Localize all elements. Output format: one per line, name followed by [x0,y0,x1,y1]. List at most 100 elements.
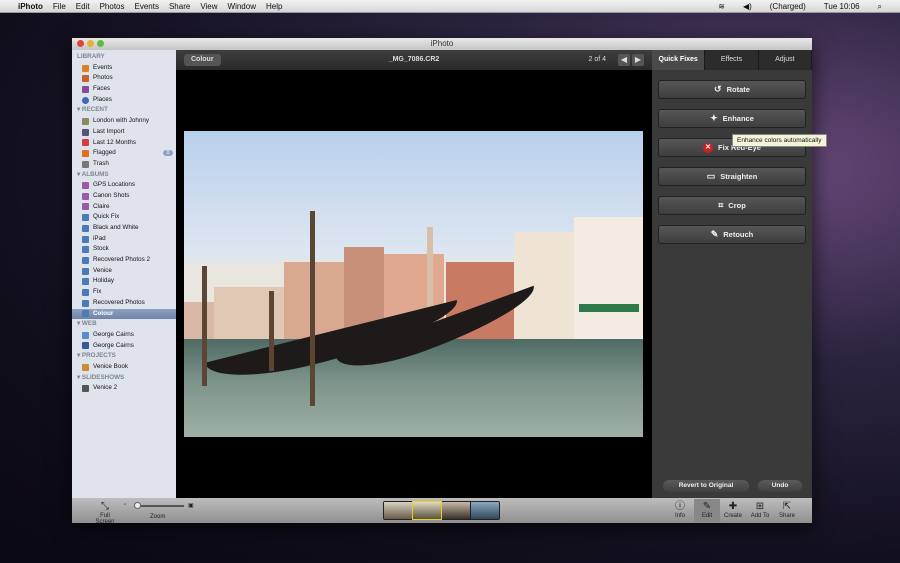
sidebar-item-venice-2[interactable]: Venice 2 [72,383,176,394]
rotate-button[interactable]: ↺Rotate [658,80,806,99]
label: Recovered Photos 2 [93,255,150,266]
battery-status[interactable]: (Charged) [770,2,806,11]
edit-button[interactable]: ✎Edit [694,499,720,522]
label: Flagged [93,148,116,159]
sidebar-item-album[interactable]: Holiday [72,276,176,287]
tab-quick-fixes[interactable]: Quick Fixes [652,50,705,70]
thumbnail-selected[interactable] [413,502,441,519]
sidebar-item-album[interactable]: Claire [72,202,176,213]
enhance-wand-icon: ✦ [710,113,718,124]
thumbnail[interactable] [471,502,499,519]
sidebar-item-venice-book[interactable]: Venice Book [72,362,176,373]
label: ALBUMS [82,171,109,178]
sidebar-item-faces[interactable]: Faces [72,84,176,95]
retouch-button[interactable]: ✎Retouch [658,225,806,244]
label: Create [724,513,742,519]
create-icon: ✚ [720,500,746,513]
menu-file[interactable]: File [53,2,66,11]
clock[interactable]: Tue 10:06 [824,2,860,11]
label: Edit [702,513,712,519]
sidebar-item-web-facebook[interactable]: George Cairns [72,341,176,352]
sidebar-item-album[interactable]: Venice [72,266,176,277]
menu-photos[interactable]: Photos [100,2,125,11]
zoom-slider-knob[interactable] [134,502,141,509]
full-screen-button[interactable]: ⤡Full Screen [92,500,118,525]
section-web[interactable]: ▾ WEB [72,319,176,330]
flickr-icon [82,332,89,339]
next-photo-button[interactable]: ▶ [632,54,644,66]
filmstrip [383,501,500,520]
section-recent[interactable]: ▾ RECENT [72,105,176,116]
sidebar-item-london[interactable]: London with Johnny [72,116,176,127]
sidebar-item-photos[interactable]: Photos [72,73,176,84]
globe-icon [82,97,89,104]
zoom-button[interactable] [97,40,104,47]
menu-view[interactable]: View [200,2,217,11]
label: Crop [728,201,746,210]
tab-effects[interactable]: Effects [705,50,758,70]
close-button[interactable] [77,40,84,47]
sidebar-item-web-flickr[interactable]: George Cairns [72,330,176,341]
album-icon [82,203,89,210]
thumbnail[interactable] [442,502,470,519]
share-button[interactable]: ⇱Share [774,500,800,519]
zoom-slider[interactable]: ▫ ▣ [124,502,196,510]
menu-iphoto[interactable]: iPhoto [18,2,43,11]
label: London with Johnny [93,116,149,127]
sidebar-item-events[interactable]: Events [72,63,176,74]
title-bar: iPhoto [72,38,812,50]
spotlight-icon[interactable]: ⌕ [878,2,882,12]
sidebar-item-album[interactable]: Colour [72,309,176,320]
wifi-icon[interactable]: ≋ [718,2,725,11]
revert-to-original-button[interactable]: Revert to Original [663,480,749,492]
sidebar-item-album[interactable]: Black and White [72,223,176,234]
venice-photo[interactable] [184,131,643,437]
create-button[interactable]: ✚Create [720,500,746,519]
calendar-icon [82,139,89,146]
volume-icon[interactable]: ◀) [743,2,752,11]
straighten-button[interactable]: ▭ Straighten [658,167,806,186]
crop-button[interactable]: ⌗Crop [658,196,806,215]
previous-photo-button[interactable]: ◀ [618,54,630,66]
tab-adjust[interactable]: Adjust [759,50,812,70]
label: Black and White [93,223,139,234]
section-slideshows[interactable]: ▾ SLIDESHOWS [72,373,176,384]
sidebar-item-trash[interactable]: Trash [72,159,176,170]
menu-events[interactable]: Events [134,2,158,11]
sidebar-item-album[interactable]: Stock [72,244,176,255]
thumbnail[interactable] [384,502,412,519]
album-icon [82,257,89,264]
menu-window[interactable]: Window [228,2,256,11]
sidebar-item-last-12-months[interactable]: Last 12 Months [72,138,176,149]
section-library: LIBRARY [72,52,176,63]
sidebar-item-album[interactable]: Quick Fix [72,212,176,223]
menu-share[interactable]: Share [169,2,190,11]
label: Straighten [720,172,757,181]
sidebar-item-places[interactable]: Places [72,95,176,106]
minimize-button[interactable] [87,40,94,47]
sidebar-item-flagged[interactable]: Flagged0 [72,148,176,159]
album-icon [82,300,89,307]
add-to-button[interactable]: ⊞Add To [747,500,773,519]
sidebar-item-album[interactable]: iPad [72,234,176,245]
info-button[interactable]: ⓘInfo [667,500,693,519]
menu-help[interactable]: Help [266,2,282,11]
sidebar-item-album[interactable]: GPS Locations [72,180,176,191]
sidebar-item-album[interactable]: Recovered Photos [72,298,176,309]
label: Venice 2 [93,383,117,394]
label: Fix [93,287,101,298]
undo-button[interactable]: Undo [758,480,802,492]
sidebar-item-album[interactable]: Fix [72,287,176,298]
menu-edit[interactable]: Edit [76,2,90,11]
full-screen-icon: ⤡ [92,500,118,513]
sidebar: LIBRARY Events Photos Faces Places ▾ REC… [72,50,176,498]
sidebar-item-last-import[interactable]: Last Import [72,127,176,138]
album-icon [82,225,89,232]
sidebar-item-album[interactable]: Recovered Photos 2 [72,255,176,266]
enhance-button[interactable]: ✦Enhance [658,109,806,128]
straighten-icon: ▭ [707,171,716,182]
sidebar-item-album[interactable]: Canon Shots [72,191,176,202]
section-projects[interactable]: ▾ PROJECTS [72,351,176,362]
label: Events [93,63,112,74]
section-albums[interactable]: ▾ ALBUMS [72,170,176,181]
